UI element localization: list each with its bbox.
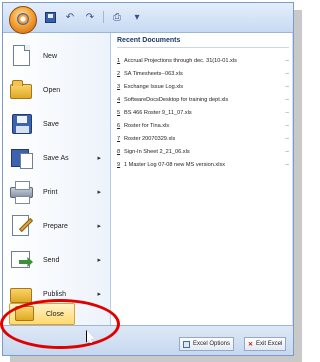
- quick-access-toolbar: ↶ ↷ ⎙ ▾: [3, 3, 293, 34]
- recent-document-number: 8: [117, 148, 121, 155]
- menu-item-send[interactable]: Send ▸: [7, 243, 107, 277]
- recent-document-number: 2: [117, 70, 121, 77]
- pin-icon[interactable]: ⊸: [280, 71, 289, 77]
- pin-icon[interactable]: ⊸: [280, 58, 289, 64]
- exit-x-icon: ✕: [248, 341, 254, 348]
- save-floppy-icon: [9, 111, 35, 137]
- recent-documents-panel: Recent Documents 1 Accrual Projections th…: [111, 33, 292, 325]
- print-preview-icon[interactable]: ⎙: [110, 10, 124, 24]
- new-document-icon: [9, 43, 35, 69]
- recent-document-number: 5: [117, 109, 121, 116]
- recent-document-number: 3: [117, 83, 121, 90]
- menu-item-prepare[interactable]: Prepare ▸: [7, 209, 107, 243]
- recent-document-item[interactable]: 6 Roster for Tina.xls ⊸: [117, 120, 289, 131]
- submenu-arrow-icon: ▸: [97, 155, 101, 162]
- pin-icon[interactable]: ⊸: [280, 149, 289, 155]
- menu-item-label: New: [43, 52, 58, 60]
- undo-icon[interactable]: ↶: [63, 10, 77, 24]
- recent-document-name: Roster for Tina.xls: [124, 122, 170, 129]
- highlight-annotation-ellipse: [0, 299, 120, 349]
- submenu-arrow-icon: ▸: [97, 189, 101, 196]
- exit-excel-label: Exit Excel: [256, 341, 283, 347]
- recent-document-name: Accrual Projections through dec. 31(10-0…: [124, 57, 237, 64]
- recent-document-number: 7: [117, 135, 121, 142]
- recent-document-name: Roster 20070329.xls: [124, 135, 176, 142]
- recent-document-item[interactable]: 7 Roster 20070329.xls ⊸: [117, 133, 289, 144]
- recent-document-item[interactable]: 3 Exchange Issue Log.xls ⊸: [117, 81, 289, 92]
- recent-document-number: 6: [117, 122, 121, 129]
- menu-item-print[interactable]: Print ▸: [7, 175, 107, 209]
- menu-item-label: Save: [43, 120, 59, 128]
- recent-document-item[interactable]: 2 SA Timesheets--063.xls ⊸: [117, 68, 289, 79]
- qat-buttons: ↶ ↷ ⎙ ▾: [43, 10, 144, 24]
- recent-document-name: SoftwareDocsDesktop for training dept.xl…: [124, 96, 229, 103]
- menu-item-label: Print: [43, 188, 58, 196]
- menu-item-label: Save As: [43, 154, 69, 162]
- menu-item-label: Publish: [43, 290, 66, 298]
- recent-document-item[interactable]: 8 Sign-In Sheet 2_21_06.xls ⊸: [117, 146, 289, 157]
- save-as-icon: [9, 145, 35, 171]
- recent-document-item[interactable]: 5 BS 466 Roster 9_11_07.xls ⊸: [117, 107, 289, 118]
- submenu-arrow-icon: ▸: [97, 223, 101, 230]
- menu-item-label: Prepare: [43, 222, 68, 230]
- office-menu: New Open Save Save As ▸ Print ▸ Prepare …: [3, 33, 293, 325]
- menu-item-save-as[interactable]: Save As ▸: [7, 141, 107, 175]
- pin-icon[interactable]: ⊸: [280, 97, 289, 103]
- recent-document-name: BS 466 Roster 9_11_07.xls: [124, 109, 192, 116]
- pin-icon[interactable]: ⊸: [280, 136, 289, 142]
- recent-document-name: SA Timesheets--063.xls: [124, 70, 183, 77]
- redo-icon[interactable]: ↷: [83, 10, 97, 24]
- recent-document-name: 1 Master Log 07-08 new MS version.xlsx: [124, 161, 226, 168]
- submenu-arrow-icon: ▸: [97, 291, 101, 298]
- menu-item-save[interactable]: Save: [7, 107, 107, 141]
- recent-document-name: Sign-In Sheet 2_21_06.xls: [124, 148, 190, 155]
- excel-options-label: Excel Options: [193, 341, 231, 347]
- options-icon: [183, 340, 190, 348]
- menu-commands: New Open Save Save As ▸ Print ▸ Prepare …: [3, 33, 111, 325]
- send-icon: [9, 247, 35, 273]
- customize-icon[interactable]: ▾: [130, 10, 144, 24]
- recent-document-number: 4: [117, 96, 121, 103]
- recent-document-name: Exchange Issue Log.xls: [124, 83, 184, 90]
- pin-icon[interactable]: ⊸: [280, 123, 289, 129]
- recent-document-number: 1: [117, 57, 121, 64]
- excel-options-button[interactable]: Excel Options: [179, 337, 235, 351]
- submenu-arrow-icon: ▸: [97, 257, 101, 264]
- recent-document-number: 9: [117, 161, 121, 168]
- recent-documents-title: Recent Documents: [117, 37, 289, 48]
- prepare-icon: [9, 213, 35, 239]
- menu-item-open[interactable]: Open: [7, 73, 107, 107]
- recent-document-item[interactable]: 91 Master Log 07-08 new MS version.xlsx ⊸: [117, 159, 289, 170]
- pin-icon[interactable]: ⊸: [280, 162, 289, 168]
- exit-excel-button[interactable]: ✕ Exit Excel: [244, 337, 287, 351]
- menu-item-label: Send: [43, 256, 60, 264]
- menu-item-label: Open: [43, 86, 61, 94]
- recent-document-item[interactable]: 1 Accrual Projections through dec. 31(10-…: [117, 55, 289, 66]
- menu-item-new[interactable]: New: [7, 39, 107, 73]
- printer-icon: [9, 179, 35, 205]
- save-icon[interactable]: [43, 10, 57, 24]
- qat-divider: [103, 11, 104, 23]
- office-orb-icon[interactable]: [9, 6, 37, 34]
- open-folder-icon: [9, 77, 35, 103]
- pin-icon[interactable]: ⊸: [280, 110, 289, 116]
- recent-document-item[interactable]: 4 SoftwareDocsDesktop for training dept.x…: [117, 94, 289, 105]
- pin-icon[interactable]: ⊸: [280, 84, 289, 90]
